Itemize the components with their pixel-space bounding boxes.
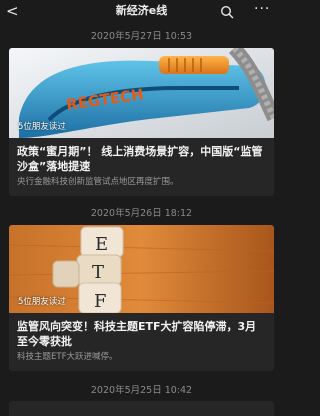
read-count: 5位朋友读过 xyxy=(18,122,66,132)
back-chevron-icon[interactable]: < xyxy=(6,2,20,20)
article-date: 2020年5月27日 10:53 xyxy=(90,31,193,42)
search-icon[interactable] xyxy=(220,4,234,19)
article-title[interactable]: 政策“蜜月期”！ 线上消费场景扩容，中国版“监管沙盒”落地提速 xyxy=(9,138,274,174)
article-summary: 央行金融科技创新监管试点地区再度扩围。 xyxy=(17,177,179,187)
article-card[interactable] xyxy=(9,401,274,416)
article-thumbnail-regtech: REGTECH 5位朋友读过 xyxy=(9,48,274,138)
read-count: 5位朋友读过 xyxy=(18,297,66,307)
svg-text:T: T xyxy=(92,262,104,283)
article-date: 2020年5月25日 10:42 xyxy=(90,385,193,396)
page-title: 新经济e线 xyxy=(115,4,168,17)
more-dots-icon[interactable]: ··· xyxy=(254,2,274,17)
article-card[interactable]: REGTECH 5位朋友读过 政策“蜜月期”！ 线上消费场景扩容，中国版“监管沙… xyxy=(9,48,274,196)
article-thumbnail-etf: E T F 5位朋友读过 xyxy=(9,225,274,313)
top-bar: < 新经济e线 ··· xyxy=(0,0,283,22)
svg-text:E: E xyxy=(95,234,108,255)
svg-text:F: F xyxy=(94,291,107,312)
article-summary: 科技主题ETF大跃进喊停。 xyxy=(17,352,118,362)
article-title[interactable]: 监管风向突变！科技主题ETF大扩容陷停滞，3月至今零获批 xyxy=(9,313,274,349)
article-card[interactable]: E T F 5位朋友读过 监管风向突变！科技主题ETF大扩容陷停滞，3月至今零获… xyxy=(9,225,274,371)
article-date: 2020年5月26日 18:12 xyxy=(90,208,193,219)
